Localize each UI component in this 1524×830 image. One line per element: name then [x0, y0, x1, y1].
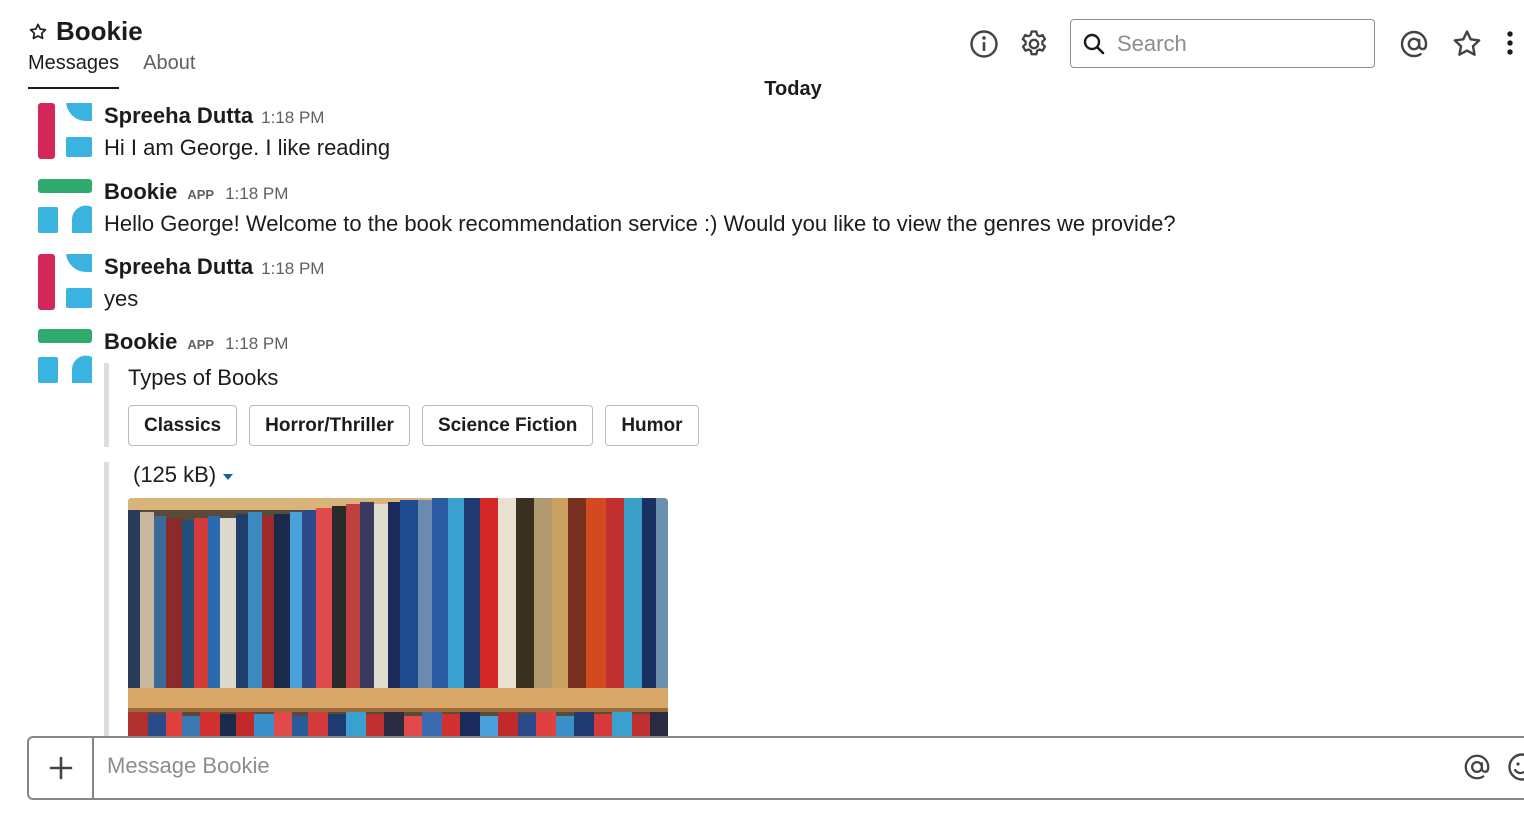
- message-body: Bookie APP 1:18 PM Hello George! Welcome…: [104, 179, 1176, 237]
- bookshelf-picture: [128, 498, 668, 738]
- gear-icon[interactable]: [1018, 28, 1050, 60]
- avatar: [38, 254, 92, 310]
- message-body: Bookie APP 1:18 PM: [104, 329, 288, 355]
- star-icon[interactable]: [1451, 28, 1483, 60]
- timestamp[interactable]: 1:18 PM: [225, 184, 288, 204]
- sender-name[interactable]: Bookie: [104, 329, 177, 355]
- channel-title-row: Bookie: [28, 16, 143, 47]
- bot-avatar: [38, 329, 92, 383]
- humor-button[interactable]: Humor: [605, 405, 699, 446]
- more-vertical-icon[interactable]: [1502, 28, 1518, 60]
- emoji-icon[interactable]: [1507, 752, 1524, 782]
- search-box[interactable]: [1070, 19, 1375, 68]
- timestamp[interactable]: 1:18 PM: [261, 108, 324, 128]
- bookshelf-image[interactable]: [128, 498, 668, 738]
- avatar: [38, 103, 92, 159]
- message-input[interactable]: [105, 752, 1409, 780]
- app-badge: APP: [187, 187, 215, 202]
- horror-thriller-button[interactable]: Horror/Thriller: [249, 405, 410, 446]
- sender-name[interactable]: Spreeha Dutta: [104, 254, 253, 280]
- message-body: Spreeha Dutta 1:18 PM Hi I am George. I …: [104, 103, 390, 161]
- file-size-label: (125 kB): [133, 462, 217, 487]
- info-icon[interactable]: [968, 28, 1000, 60]
- search-input[interactable]: [1115, 29, 1359, 58]
- attachment-block: Types of Books Classics Horror/Thriller …: [104, 363, 711, 447]
- app-badge: APP: [187, 337, 215, 352]
- attachment-title: Types of Books: [128, 365, 279, 390]
- search-icon: [1083, 33, 1105, 54]
- timestamp[interactable]: 1:18 PM: [261, 259, 324, 279]
- bot-avatar: [38, 179, 92, 233]
- genre-buttons: Classics Horror/Thriller Science Fiction…: [128, 405, 711, 446]
- caret-down-icon[interactable]: [223, 473, 234, 480]
- at-icon[interactable]: [1398, 28, 1430, 60]
- message-text: Hi I am George. I like reading: [104, 135, 391, 160]
- message-body: Spreeha Dutta 1:18 PM yes: [104, 254, 324, 312]
- file-attachment: (125 kB): [104, 462, 668, 742]
- message-composer: [27, 736, 1524, 800]
- sender-name[interactable]: Bookie: [104, 179, 177, 205]
- day-divider: Today: [764, 78, 822, 100]
- add-attachment-button[interactable]: [29, 738, 94, 798]
- classics-button[interactable]: Classics: [128, 405, 238, 446]
- star-outline-icon[interactable]: [28, 22, 48, 42]
- message-text: Hello George! Welcome to the book recomm…: [104, 211, 1176, 236]
- channel-title: Bookie: [56, 16, 143, 46]
- at-icon[interactable]: [1462, 752, 1492, 782]
- channel-header: Bookie Messages About: [0, 0, 1524, 90]
- science-fiction-button[interactable]: Science Fiction: [421, 405, 594, 446]
- plus-icon: [49, 756, 72, 780]
- timestamp[interactable]: 1:18 PM: [225, 334, 288, 354]
- sender-name[interactable]: Spreeha Dutta: [104, 103, 253, 129]
- file-size: (125 kB): [133, 462, 668, 488]
- message-text: yes: [104, 286, 139, 311]
